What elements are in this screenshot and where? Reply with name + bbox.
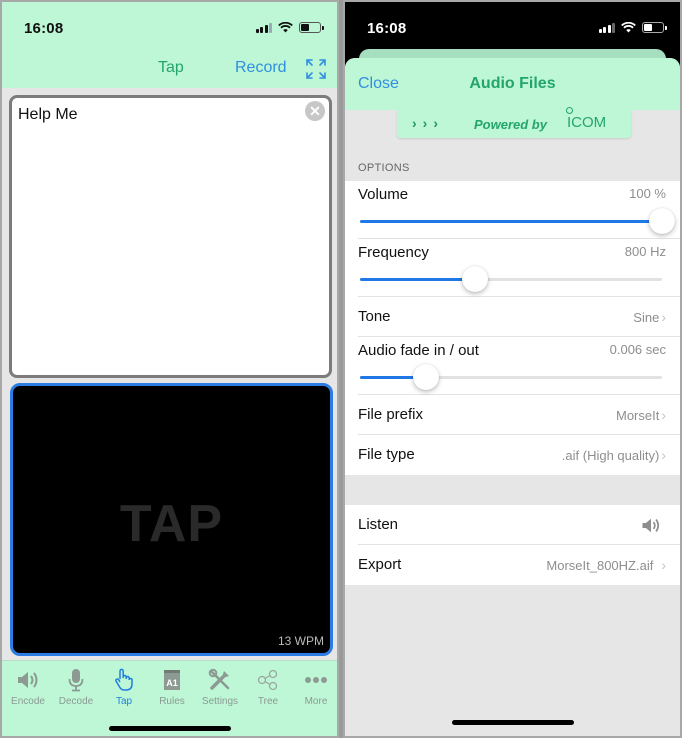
fade-slider[interactable] [360,364,662,392]
tab-label: More [304,696,328,707]
tab-decode[interactable]: Decode [52,667,100,707]
slider-thumb[interactable] [413,364,440,390]
more-dots-icon [305,677,327,683]
chevron-right-icon: › [661,309,666,325]
home-indicator[interactable] [108,726,231,731]
status-icons [255,22,324,33]
status-bar: 16:08 [345,2,680,52]
battery-icon [642,22,667,33]
actions-group: Listen Export MorseIt_800HZ.aif › [345,505,680,585]
tap-pad[interactable]: TAP 13 WPM [10,383,333,656]
status-icons [598,22,667,33]
tone-row[interactable]: Tone Sine › [358,297,680,337]
volume-value: 100 % [629,186,666,201]
tab-label: Rules [159,696,185,707]
chevrons-icon: ››› [412,115,444,131]
frequency-value: 800 Hz [624,244,666,259]
slider-thumb[interactable] [461,266,488,292]
tab-label: Tap [115,696,133,707]
volume-label: Volume [358,186,409,203]
tab-more[interactable]: More [292,667,337,707]
file-type-row[interactable]: File type .aif (High quality) › [358,435,680,475]
microphone-icon [68,669,84,692]
file-prefix-label: File prefix [358,406,424,423]
fade-row: Audio fade in / out 0.006 sec [358,337,680,395]
tab-tree[interactable]: Tree [244,667,292,707]
tap-screen: 16:08 Tap Record Help Me ✕ TAP 13 WPM En… [0,0,339,738]
message-text-area[interactable]: Help Me ✕ [9,95,332,378]
signal-icon [255,22,272,33]
speaker-icon [18,672,38,688]
tools-icon [208,668,230,690]
export-value: MorseIt_800HZ.aif › [546,557,666,573]
sheet-title: Audio Files [469,75,556,92]
tone-value: Sine › [633,309,666,325]
listen-label: Listen [358,516,399,533]
chevron-right-icon: › [661,447,666,463]
tab-label: Settings [201,696,239,707]
tab-bar: Encode Decode Tap A1 Rules Settings Tree… [2,660,337,736]
tab-rules[interactable]: A1 Rules [148,667,196,707]
tab-label: Decode [58,696,94,707]
share-tree-icon [257,669,278,691]
chevron-right-icon: › [661,407,666,423]
tab-settings[interactable]: Settings [196,667,244,707]
top-bar: 16:08 Tap Record [2,2,337,88]
message-text[interactable]: Help Me [18,106,78,124]
tap-pad-label: TAP [119,495,224,553]
status-time: 16:08 [367,20,407,37]
fade-label: Audio fade in / out [358,342,479,359]
audio-files-sheet: Close Audio Files ››› Powered by ICOM OP… [345,58,680,736]
wpm-readout: 13 WPM [277,634,324,648]
chevron-right-icon: › [661,557,666,573]
listen-row[interactable]: Listen [358,505,680,545]
frequency-slider[interactable] [360,266,662,294]
file-type-label: File type [358,446,415,463]
status-bar: 16:08 [2,2,337,52]
file-type-value: .aif (High quality) › [561,447,666,463]
home-indicator[interactable] [451,720,574,725]
clear-x-icon[interactable]: ✕ [305,101,325,121]
nav-title: Tap [158,59,184,76]
tab-label: Tree [257,696,279,707]
tab-tap[interactable]: Tap [100,667,148,707]
tab-encode[interactable]: Encode [4,667,52,707]
wifi-icon [621,22,636,33]
svg-text:A1: A1 [166,678,178,688]
tone-label: Tone [358,308,391,325]
signal-icon [598,22,615,33]
volume-row: Volume 100 % [358,181,680,239]
powered-by-text: Powered by [474,117,547,132]
options-group: Volume 100 % Frequency 800 Hz Tone Sine ›… [345,181,680,475]
volume-slider[interactable] [360,208,675,236]
export-label: Export [358,556,402,573]
icom-logo-dot [566,107,573,114]
slider-thumb[interactable] [649,208,675,234]
status-time: 16:08 [24,20,64,37]
sheet-header: Close Audio Files [345,58,680,110]
frequency-row: Frequency 800 Hz [358,239,680,297]
hand-pointer-icon [115,668,133,691]
rules-book-icon: A1 [164,670,180,690]
frequency-label: Frequency [358,244,429,261]
tab-label: Encode [11,696,45,707]
speaker-icon[interactable] [640,517,662,534]
file-prefix-row[interactable]: File prefix MorseIt › [358,395,680,435]
record-button[interactable]: Record [235,59,287,77]
expand-arrows-icon[interactable] [305,58,327,80]
battery-icon [299,22,324,33]
icom-logo: ICOM [567,114,607,131]
audio-files-screen: 16:08 Close Audio Files ››› Powered by I… [343,0,682,738]
file-prefix-value: MorseIt › [615,407,666,423]
powered-by-icom-banner[interactable]: ››› Powered by ICOM [397,107,631,138]
options-section-header: OPTIONS [358,162,410,174]
fade-value: 0.006 sec [609,342,666,357]
export-row[interactable]: Export MorseIt_800HZ.aif › [358,545,680,585]
wifi-icon [278,22,293,33]
